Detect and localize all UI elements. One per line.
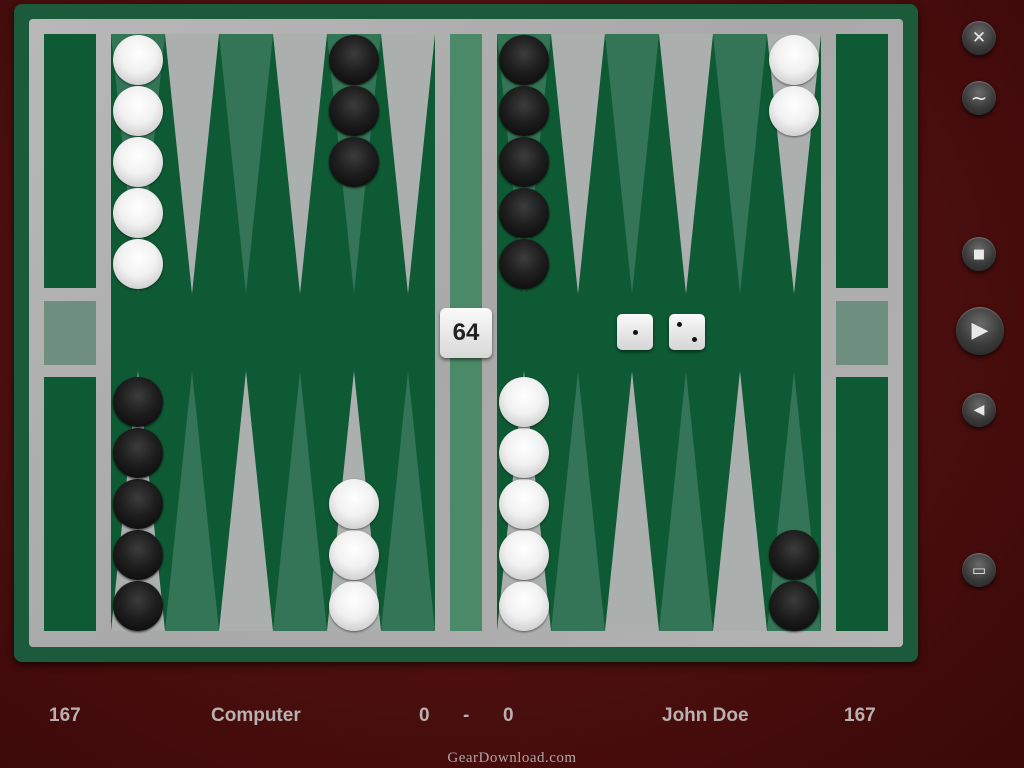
black-checker[interactable] <box>499 35 549 85</box>
point-bottom-6[interactable] <box>381 371 435 631</box>
black-checker[interactable] <box>769 530 819 580</box>
white-checker[interactable] <box>499 377 549 427</box>
point-top-10[interactable] <box>659 34 713 294</box>
stop-icon: ■ <box>972 246 986 262</box>
point-bottom-3[interactable] <box>219 371 273 631</box>
white-checker[interactable] <box>499 479 549 529</box>
point-bottom-10[interactable] <box>659 371 713 631</box>
black-checker[interactable] <box>113 428 163 478</box>
black-checker[interactable] <box>329 35 379 85</box>
black-checker[interactable] <box>329 137 379 187</box>
point-top-8[interactable] <box>551 34 605 294</box>
back-icon: ◀ <box>973 402 985 418</box>
white-checker[interactable] <box>113 188 163 238</box>
white-checker[interactable] <box>113 86 163 136</box>
black-checker[interactable] <box>113 479 163 529</box>
doubling-cube[interactable]: 64 <box>440 308 492 358</box>
black-checker[interactable] <box>499 188 549 238</box>
stop-button[interactable]: ■ <box>962 237 996 271</box>
white-checker[interactable] <box>329 581 379 631</box>
white-checker[interactable] <box>499 581 549 631</box>
score-separator: - <box>463 705 470 726</box>
player1-score: 0 <box>419 705 430 726</box>
play-button[interactable]: ▶ <box>956 307 1004 355</box>
point-bottom-2[interactable] <box>165 371 219 631</box>
black-checker[interactable] <box>113 581 163 631</box>
white-checker[interactable] <box>769 35 819 85</box>
white-checker[interactable] <box>769 86 819 136</box>
black-checker[interactable] <box>113 377 163 427</box>
player1-name: Computer <box>211 705 301 726</box>
play-icon: ▶ <box>971 318 989 343</box>
point-bottom-9[interactable] <box>605 371 659 631</box>
point-top-3[interactable] <box>219 34 273 294</box>
point-top-2[interactable] <box>165 34 219 294</box>
tilde-icon: ~ <box>970 86 988 110</box>
point-top-6[interactable] <box>381 34 435 294</box>
back-button[interactable]: ◀ <box>962 393 996 427</box>
white-checker[interactable] <box>499 530 549 580</box>
player2-score: 0 <box>503 705 514 726</box>
black-checker[interactable] <box>329 86 379 136</box>
close-icon: ✕ <box>971 27 987 48</box>
point-top-11[interactable] <box>713 34 767 294</box>
black-checker[interactable] <box>499 86 549 136</box>
point-top-4[interactable] <box>273 34 327 294</box>
white-checker[interactable] <box>113 137 163 187</box>
point-bottom-8[interactable] <box>551 371 605 631</box>
right-pip-count: 167 <box>844 705 876 726</box>
black-checker[interactable] <box>499 239 549 289</box>
watermark: GearDownload.com <box>447 750 577 766</box>
white-checker[interactable] <box>329 530 379 580</box>
white-checker[interactable] <box>329 479 379 529</box>
point-bottom-4[interactable] <box>273 371 327 631</box>
black-checker[interactable] <box>499 137 549 187</box>
window-button[interactable]: ▭ <box>962 553 996 587</box>
black-checker[interactable] <box>769 581 819 631</box>
player2-name: John Doe <box>662 705 749 726</box>
die-1[interactable] <box>617 314 653 350</box>
white-checker[interactable] <box>499 428 549 478</box>
white-checker[interactable] <box>113 35 163 85</box>
close-button[interactable]: ✕ <box>962 21 996 55</box>
window-icon: ▭ <box>971 560 987 579</box>
point-bottom-11[interactable] <box>713 371 767 631</box>
die-2[interactable] <box>669 314 705 350</box>
minimize-button[interactable]: ~ <box>962 81 996 115</box>
left-pip-count: 167 <box>49 705 81 726</box>
black-checker[interactable] <box>113 530 163 580</box>
die-pip <box>677 322 682 327</box>
die-pip <box>692 337 697 342</box>
white-checker[interactable] <box>113 239 163 289</box>
point-top-9[interactable] <box>605 34 659 294</box>
die-pip <box>632 329 638 335</box>
